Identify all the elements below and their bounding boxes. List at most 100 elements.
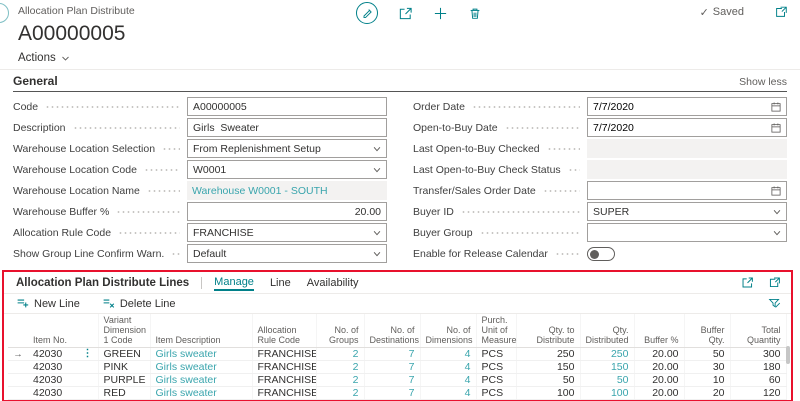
cell-no-of-groups[interactable]: 2 <box>316 374 364 387</box>
cell-qty-to-distribute[interactable]: 50 <box>516 374 580 387</box>
cell-total-quantity[interactable]: 300 <box>730 348 786 361</box>
transfer-sales-order-date-date-field[interactable] <box>587 181 787 200</box>
row-selector-cell[interactable] <box>8 361 28 374</box>
cell-qty-to-distribute[interactable]: 150 <box>516 361 580 374</box>
description-input[interactable] <box>187 118 387 137</box>
cell-allocation-rule-code[interactable]: FRANCHISE <box>252 348 316 361</box>
expand-section-icon[interactable] <box>768 276 781 289</box>
back-button[interactable] <box>0 3 9 23</box>
share-icon[interactable] <box>398 6 413 21</box>
column-header-no-of-groups[interactable]: No. of Groups <box>316 314 364 348</box>
column-header-item-description[interactable]: Item Description <box>150 314 252 348</box>
edit-button[interactable] <box>356 2 378 24</box>
cell-variant-dimension-1-code[interactable]: PINK <box>98 361 150 374</box>
calendar-icon[interactable] <box>770 185 782 197</box>
general-section-title[interactable]: General <box>13 74 58 91</box>
order-date-input[interactable] <box>588 101 770 113</box>
new-line-button[interactable]: New Line <box>16 296 80 312</box>
row-options-icon[interactable]: ⋮ <box>83 348 93 359</box>
delete-line-button[interactable]: Delete Line <box>102 296 176 312</box>
cell-purch-unit-of-measure[interactable]: PCS <box>476 348 516 361</box>
cell-no-of-dimensions[interactable]: 4 <box>420 387 476 400</box>
cell-buffer-qty[interactable]: 20 <box>684 387 730 400</box>
row-selector-cell[interactable] <box>8 387 28 400</box>
cell-qty-distributed[interactable]: 150 <box>580 361 634 374</box>
cell-qty-to-distribute[interactable]: 250 <box>516 348 580 361</box>
column-header-purch-unit-of-measure[interactable]: Purch. Unit of Measure <box>476 314 516 348</box>
buyer-group-select[interactable] <box>587 223 787 242</box>
cell-no-of-destinations[interactable]: 7 <box>364 361 420 374</box>
cell-item-no[interactable]: 42030 <box>28 374 98 387</box>
buyer-id-select[interactable]: SUPER <box>587 202 787 221</box>
column-header-buffer[interactable]: Buffer % <box>634 314 684 348</box>
cell-buffer-qty[interactable]: 30 <box>684 361 730 374</box>
cell-allocation-rule-code[interactable]: FRANCHISE <box>252 387 316 400</box>
cell-no-of-destinations[interactable]: 7 <box>364 387 420 400</box>
filter-icon[interactable] <box>768 297 781 310</box>
transfer-sales-order-date-input[interactable] <box>588 185 770 197</box>
cell-no-of-destinations[interactable]: 7 <box>364 374 420 387</box>
cell-item-no[interactable]: 42030 <box>28 361 98 374</box>
expand-window-icon[interactable] <box>774 5 788 19</box>
order-date-date-field[interactable] <box>587 97 787 116</box>
cell-total-quantity[interactable]: 60 <box>730 374 786 387</box>
cell-no-of-groups[interactable]: 2 <box>316 387 364 400</box>
open-to-buy-date-date-field[interactable] <box>587 118 787 137</box>
column-header-no-of-destinations[interactable]: No. of Destinations <box>364 314 420 348</box>
vertical-scrollbar[interactable] <box>786 346 790 364</box>
row-selector-cell[interactable] <box>8 374 28 387</box>
column-header-item-no[interactable]: Item No. <box>28 314 98 348</box>
calendar-icon[interactable] <box>770 122 782 134</box>
column-header-total-quantity[interactable]: Total Quantity <box>730 314 786 348</box>
cell-qty-distributed[interactable]: 50 <box>580 374 634 387</box>
cell-item-description[interactable]: Girls sweater <box>150 361 252 374</box>
cell-buffer-qty[interactable]: 50 <box>684 348 730 361</box>
cell-no-of-dimensions[interactable]: 4 <box>420 374 476 387</box>
cell-qty-to-distribute[interactable]: 100 <box>516 387 580 400</box>
cell-item-description[interactable]: Girls sweater <box>150 387 252 400</box>
column-header-qty-to-distribute[interactable]: Qty. to Distribute <box>516 314 580 348</box>
warehouse-location-name-link[interactable]: Warehouse W0001 - SOUTH <box>192 185 328 197</box>
calendar-icon[interactable] <box>770 101 782 113</box>
column-header-buffer-qty[interactable]: Buffer Qty. <box>684 314 730 348</box>
row-selector-cell[interactable]: → <box>8 348 28 361</box>
tab-availability[interactable]: Availability <box>307 275 359 290</box>
new-document-icon[interactable] <box>433 6 448 21</box>
show-group-line-confirm-warn-select[interactable]: Default <box>187 244 387 263</box>
open-to-buy-date-input[interactable] <box>588 122 770 134</box>
cell-variant-dimension-1-code[interactable]: GREEN <box>98 348 150 361</box>
warehouse-buffer-input[interactable] <box>187 202 387 221</box>
cell-buffer[interactable]: 20.00 <box>634 387 684 400</box>
cell-variant-dimension-1-code[interactable]: PURPLE <box>98 374 150 387</box>
cell-item-description[interactable]: Girls sweater <box>150 348 252 361</box>
cell-purch-unit-of-measure[interactable]: PCS <box>476 387 516 400</box>
cell-variant-dimension-1-code[interactable]: RED <box>98 387 150 400</box>
delete-icon[interactable] <box>468 6 482 21</box>
cell-buffer-qty[interactable]: 10 <box>684 374 730 387</box>
show-less-link[interactable]: Show less <box>739 76 787 91</box>
warehouse-location-code-select[interactable]: W0001 <box>187 160 387 179</box>
column-header-allocation-rule-code[interactable]: Allocation Rule Code <box>252 314 316 348</box>
code-input[interactable] <box>187 97 387 116</box>
cell-allocation-rule-code[interactable]: FRANCHISE <box>252 374 316 387</box>
cell-item-description[interactable]: Girls sweater <box>150 374 252 387</box>
cell-buffer[interactable]: 20.00 <box>634 348 684 361</box>
warehouse-location-selection-select[interactable]: From Replenishment Setup <box>187 139 387 158</box>
cell-no-of-destinations[interactable]: 7 <box>364 348 420 361</box>
cell-item-no[interactable]: 42030⋮ <box>28 348 98 361</box>
cell-purch-unit-of-measure[interactable]: PCS <box>476 374 516 387</box>
cell-qty-distributed[interactable]: 250 <box>580 348 634 361</box>
allocation-rule-code-select[interactable]: FRANCHISE <box>187 223 387 242</box>
share-icon[interactable] <box>741 276 754 289</box>
cell-qty-distributed[interactable]: 100 <box>580 387 634 400</box>
cell-buffer[interactable]: 20.00 <box>634 374 684 387</box>
enable-for-release-calendar-toggle[interactable] <box>587 247 615 261</box>
column-header-variant-dimension-1-code[interactable]: Variant Dimension 1 Code <box>98 314 150 348</box>
cell-no-of-dimensions[interactable]: 4 <box>420 361 476 374</box>
cell-no-of-dimensions[interactable]: 4 <box>420 348 476 361</box>
cell-item-no[interactable]: 42030 <box>28 387 98 400</box>
cell-no-of-groups[interactable]: 2 <box>316 348 364 361</box>
cell-buffer[interactable]: 20.00 <box>634 361 684 374</box>
cell-allocation-rule-code[interactable]: FRANCHISE <box>252 361 316 374</box>
cell-no-of-groups[interactable]: 2 <box>316 361 364 374</box>
